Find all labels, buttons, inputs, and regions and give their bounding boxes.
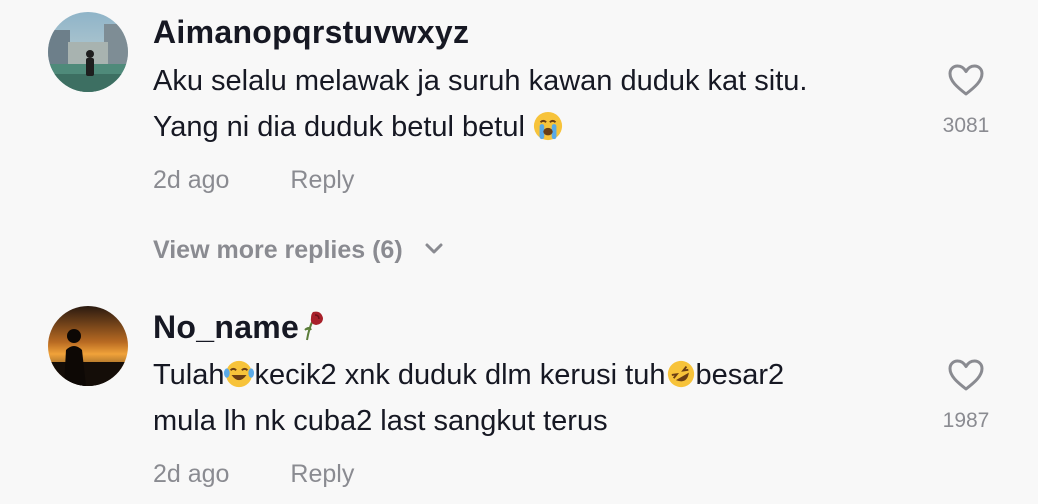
comment-text: Tulah kecik2 xnk duduk dlm kerusi tuh be… bbox=[153, 352, 913, 444]
view-more-replies-button[interactable]: View more replies (6) bbox=[153, 236, 444, 265]
avatar-photo bbox=[48, 12, 128, 92]
comment-text: Aku selalu melawak ja suruh kawan duduk … bbox=[153, 58, 913, 150]
wilted-rose-emoji bbox=[304, 311, 324, 341]
view-more-replies-label: View more replies (6) bbox=[153, 236, 403, 264]
comment-date: 2d ago bbox=[153, 460, 230, 488]
heart-icon[interactable] bbox=[947, 63, 985, 97]
comment-date: 2d ago bbox=[153, 166, 230, 194]
face-with-tears-of-joy-emoji bbox=[224, 360, 255, 388]
reply-button[interactable]: Reply bbox=[290, 460, 354, 489]
comment-username[interactable]: No_name bbox=[153, 308, 327, 346]
like-control: 3081 bbox=[926, 63, 1006, 138]
loudly-crying-face-emoji bbox=[533, 111, 563, 141]
comment-text-segment: besar2 bbox=[695, 359, 785, 391]
comment-username-text: No_name bbox=[153, 309, 300, 345]
heart-icon[interactable] bbox=[947, 358, 985, 392]
comment-text-line-2: Yang ni dia duduk betul betul bbox=[153, 104, 913, 150]
comment-text-line: mula lh nk cuba2 last sangkut terus bbox=[153, 405, 608, 437]
comment-text-line: Aku selalu melawak ja suruh kawan duduk … bbox=[153, 65, 808, 97]
user-avatar[interactable] bbox=[48, 306, 128, 386]
like-count: 3081 bbox=[942, 114, 990, 137]
like-count: 1987 bbox=[942, 409, 990, 432]
comment-text-segment: Tulah bbox=[153, 359, 225, 391]
comment-meta: 2d ago Reply bbox=[153, 166, 354, 195]
comment-text-segment: kecik2 xnk duduk dlm kerusi tuh bbox=[254, 359, 666, 391]
reply-button[interactable]: Reply bbox=[290, 166, 354, 195]
avatar-photo bbox=[48, 306, 128, 386]
comment-text-line: Tulah kecik2 xnk duduk dlm kerusi tuh be… bbox=[153, 352, 913, 398]
like-control: 1987 bbox=[926, 358, 1006, 433]
chevron-down-icon bbox=[425, 243, 443, 254]
user-avatar[interactable] bbox=[48, 12, 128, 92]
comment-text-line-text: Yang ni dia duduk betul betul bbox=[153, 111, 525, 143]
comment-username[interactable]: Aimanopqrstuvwxyz bbox=[153, 14, 469, 51]
comment-meta: 2d ago Reply bbox=[153, 460, 354, 489]
rolling-on-floor-laughing-emoji bbox=[667, 360, 694, 388]
